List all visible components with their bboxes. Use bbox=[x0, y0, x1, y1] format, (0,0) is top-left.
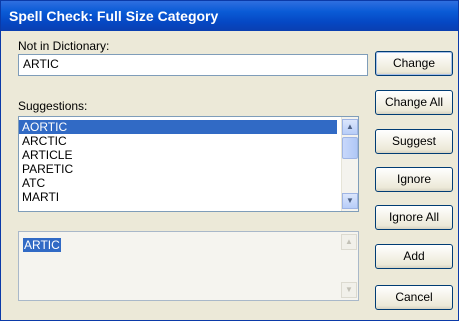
list-item[interactable]: ARCTIC bbox=[19, 134, 337, 148]
scroll-up-arrow-icon[interactable]: ▲ bbox=[342, 119, 358, 135]
suggestions-list[interactable]: AORTIC ARCTIC ARTICLE PARETIC ATC MARTI … bbox=[18, 116, 359, 212]
list-item[interactable]: ATC bbox=[19, 176, 337, 190]
replacement-text-area[interactable]: ARTIC ▲ ▼ bbox=[18, 231, 359, 301]
list-item[interactable]: PARETIC bbox=[19, 162, 337, 176]
list-item[interactable]: AORTIC bbox=[19, 120, 337, 134]
title-bar: Spell Check: Full Size Category bbox=[1, 1, 458, 31]
change-all-button[interactable]: Change All bbox=[375, 90, 453, 115]
selected-word: ARTIC bbox=[23, 238, 61, 252]
editor-scrollbar[interactable]: ▲ ▼ bbox=[341, 232, 358, 300]
suggest-button[interactable]: Suggest bbox=[375, 129, 453, 154]
ignore-button[interactable]: Ignore bbox=[375, 167, 453, 192]
scroll-down-arrow-icon[interactable]: ▼ bbox=[342, 193, 358, 209]
scroll-up-arrow-icon[interactable]: ▲ bbox=[341, 234, 357, 250]
suggestions-label: Suggestions: bbox=[18, 99, 88, 113]
change-button[interactable]: Change bbox=[375, 51, 453, 76]
scroll-down-arrow-icon[interactable]: ▼ bbox=[341, 282, 357, 298]
cancel-button[interactable]: Cancel bbox=[375, 285, 453, 310]
window-title: Spell Check: Full Size Category bbox=[9, 8, 219, 24]
add-button[interactable]: Add bbox=[375, 244, 453, 269]
list-item[interactable]: ARTICLE bbox=[19, 148, 337, 162]
scroll-thumb[interactable] bbox=[342, 137, 358, 159]
not-in-dictionary-label: Not in Dictionary: bbox=[18, 39, 110, 53]
list-item[interactable]: MARTI bbox=[19, 190, 337, 204]
ignore-all-button[interactable]: Ignore All bbox=[375, 205, 453, 230]
suggestions-scrollbar[interactable]: ▲ ▼ bbox=[341, 117, 358, 211]
spell-check-dialog: Spell Check: Full Size Category Not in D… bbox=[0, 0, 459, 321]
not-in-dictionary-field[interactable]: ARTIC bbox=[18, 54, 368, 76]
